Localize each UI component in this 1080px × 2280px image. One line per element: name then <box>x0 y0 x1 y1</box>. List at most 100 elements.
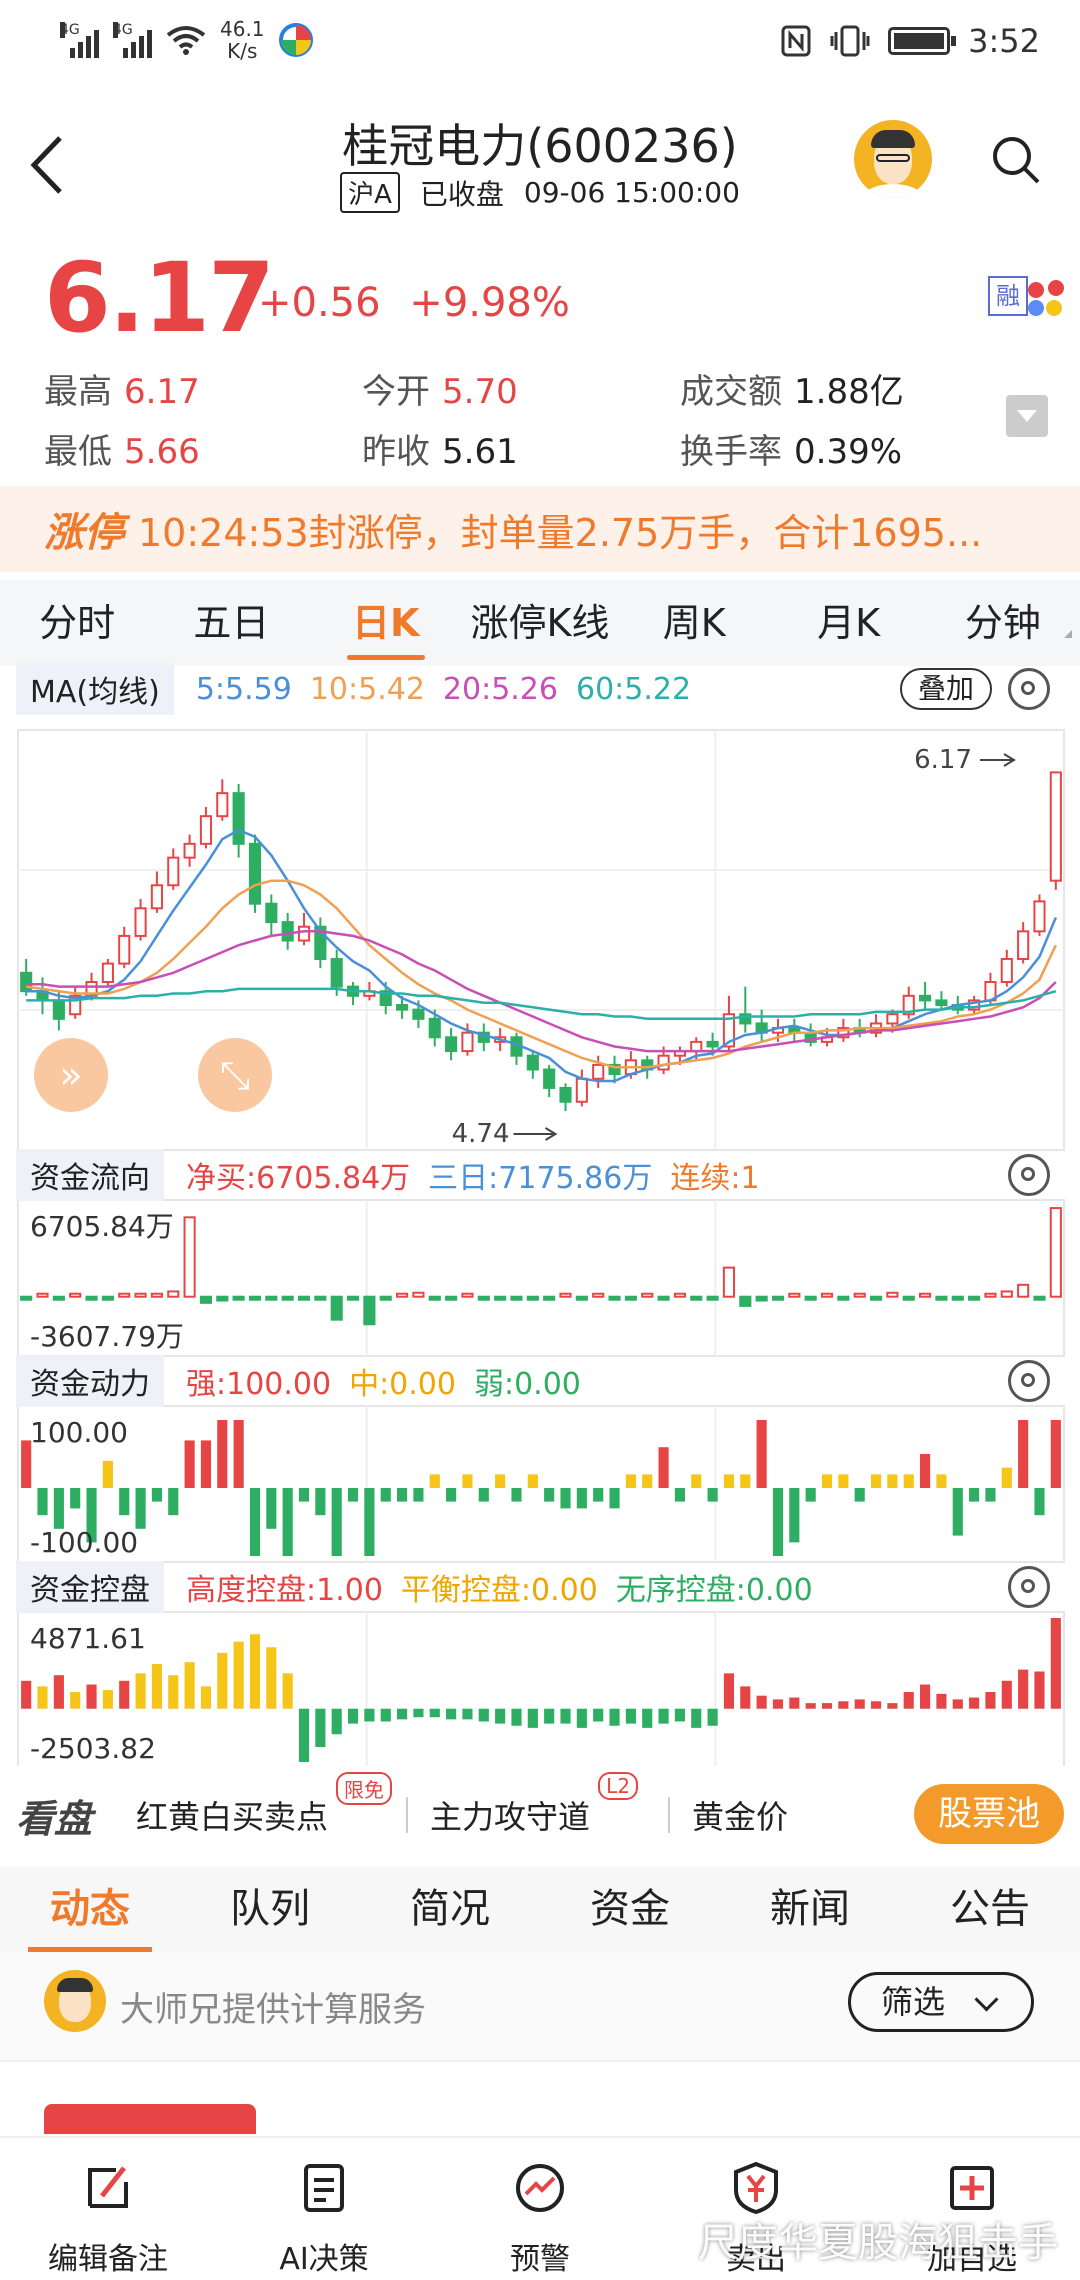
control-bar <box>772 1699 784 1709</box>
control-bar <box>495 1708 506 1724</box>
candle-body <box>1000 957 1013 983</box>
flow-bar <box>150 1292 163 1298</box>
tab-news-4[interactable]: 新闻 <box>720 1866 900 1952</box>
power-min-label: -100.00 <box>30 1526 138 1559</box>
news-tabs: 动态 队列 简况 资金 新闻 公告 <box>0 1866 1080 1952</box>
control-title[interactable]: 资金控盘 <box>16 1561 164 1613</box>
tab-news-0[interactable]: 动态 <box>0 1866 180 1952</box>
tab-chart-0[interactable]: 分时 <box>0 580 154 666</box>
flow-bar <box>428 1295 441 1301</box>
battery-icon <box>888 27 957 55</box>
divider <box>406 1797 409 1833</box>
control-bar <box>560 1708 571 1724</box>
flow-bar <box>396 1292 409 1298</box>
flow-bar <box>1049 1207 1062 1298</box>
quote-panel: 6.17 +0.56 +9.98% 融 最高 6.17 今开 5.70 成交额 1.88亿… <box>0 240 1080 480</box>
flow-bar <box>919 1292 932 1298</box>
change-value: +0.56 <box>258 280 381 326</box>
quote-row: 最低 5.66 昨收 5.61 换手率 0.39% <box>44 418 1004 478</box>
flow-bar <box>984 1292 997 1298</box>
control-bar <box>691 1708 702 1728</box>
bottom-nav-2[interactable]: 预警 <box>432 2138 648 2280</box>
power-bar <box>347 1488 359 1502</box>
candle-body <box>330 957 343 988</box>
tool-buy-sell-points[interactable]: 红黄白买卖点 限免 <box>136 1772 393 1838</box>
search-icon[interactable] <box>990 134 1042 186</box>
control-bar <box>168 1675 179 1709</box>
tab-label: 日K <box>351 601 420 645</box>
tool-attack-defense[interactable]: 主力攻守道 L2 <box>430 1772 639 1838</box>
power-bar <box>495 1474 506 1488</box>
tab-chart-2[interactable]: 日K <box>309 580 463 666</box>
flow-bar <box>559 1292 572 1298</box>
control-bar <box>347 1708 359 1724</box>
stock-pool-button[interactable]: 股票池 <box>914 1784 1064 1844</box>
control-settings-gear-icon[interactable] <box>1008 1566 1050 1608</box>
flow-bar <box>543 1295 556 1301</box>
quote-value: 5.70 <box>442 371 518 412</box>
power-bar <box>772 1488 784 1556</box>
control-bar <box>920 1684 931 1709</box>
control-bar <box>544 1708 555 1724</box>
power-title[interactable]: 资金动力 <box>16 1355 164 1407</box>
tab-chart-4[interactable]: 周K <box>617 580 771 666</box>
quote-cell: 今开 5.70 <box>362 364 680 413</box>
candle-body <box>1049 771 1062 882</box>
power-bar <box>560 1488 571 1509</box>
tab-news-3[interactable]: 资金 <box>540 1866 720 1952</box>
flow-bar <box>657 1295 670 1301</box>
power-bar <box>870 1474 882 1488</box>
expand-quote-icon[interactable] <box>1006 395 1048 437</box>
clock: 3:52 <box>968 22 1040 60</box>
tab-chart-5[interactable]: 月K <box>771 580 925 666</box>
bottom-nav-0[interactable]: 编辑备注 <box>0 2138 216 2280</box>
candle-body <box>20 971 33 993</box>
quote-value: 5.61 <box>442 431 518 472</box>
flow-settings-gear-icon[interactable] <box>1008 1154 1050 1196</box>
control-bar <box>756 1695 767 1709</box>
control-bar <box>805 1703 816 1709</box>
control-bar <box>298 1708 310 1762</box>
bottom-nav-1[interactable]: AI决策 <box>216 2138 432 2280</box>
flow-bar <box>412 1291 425 1298</box>
power-bar <box>266 1488 277 1529</box>
service-text: 大师兄提供计算服务 <box>120 1990 426 2030</box>
tab-chart-3[interactable]: 涨停K线 <box>463 580 617 666</box>
quote-datetime: 09-06 15:00:00 <box>523 176 740 209</box>
candle-body <box>1033 900 1046 933</box>
control-none: 无序控盘:0.00 <box>615 1573 813 1608</box>
flow-title[interactable]: 资金流向 <box>16 1149 164 1201</box>
feed-card-tab[interactable] <box>44 2104 256 2134</box>
flow-bar <box>755 1295 768 1302</box>
flow-bar <box>85 1295 98 1301</box>
flow-bar <box>134 1292 147 1298</box>
prev-expand-icon[interactable]: » <box>34 1038 108 1112</box>
tool-gold-price[interactable]: 黄金价 <box>692 1792 788 1838</box>
filter-button[interactable]: 筛选 <box>848 1972 1034 2032</box>
tools-title: 看盘 <box>16 1796 93 1841</box>
power-settings-gear-icon[interactable] <box>1008 1360 1050 1402</box>
tab-chart-6[interactable]: 分钟 <box>926 580 1080 666</box>
tab-news-5[interactable]: 公告 <box>900 1866 1080 1952</box>
tab-news-2[interactable]: 简况 <box>360 1866 540 1952</box>
fullscreen-icon[interactable]: ⤡ <box>198 1038 272 1112</box>
bottom-nav-label: 预警 <box>510 2242 570 2277</box>
advisor-avatar[interactable] <box>854 120 932 198</box>
l2-badge: L2 <box>598 1772 639 1800</box>
flow-bar <box>624 1295 637 1301</box>
flow-bar <box>853 1292 866 1298</box>
quote-value: 5.66 <box>124 431 200 472</box>
vibrate-icon <box>830 25 870 57</box>
control-bar <box>887 1703 898 1709</box>
tab-news-1[interactable]: 队列 <box>180 1866 360 1952</box>
limit-up-banner[interactable]: 涨停 10:24:53封涨停，封单量2.75万手，合计1695... <box>0 486 1080 572</box>
flow-bar <box>216 1295 229 1302</box>
control-high: 高度控盘:1.00 <box>186 1573 383 1608</box>
flow-bar <box>330 1295 343 1321</box>
more-dots-icon[interactable] <box>1022 276 1066 320</box>
control-bar <box>1050 1618 1061 1709</box>
control-bar <box>282 1673 293 1709</box>
tab-chart-1[interactable]: 五日 <box>154 580 308 666</box>
candle-body <box>134 907 147 937</box>
flow-bar <box>477 1295 490 1301</box>
